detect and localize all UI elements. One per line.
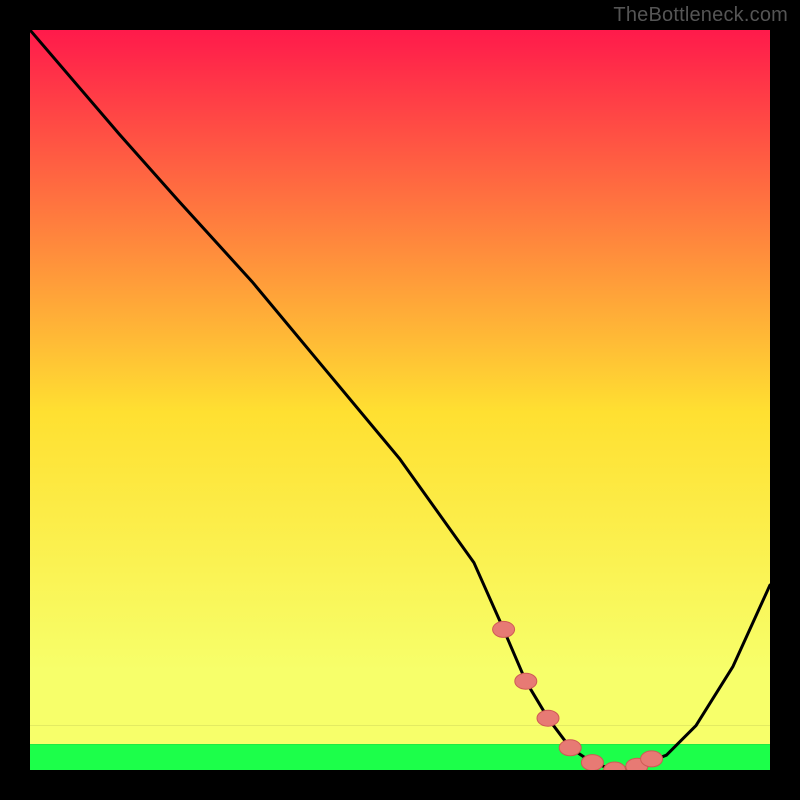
watermark-text: TheBottleneck.com [613, 4, 788, 27]
marker-dot [493, 621, 515, 637]
marker-dot [537, 710, 559, 726]
band-yellowgreen [30, 726, 770, 745]
marker-dot [641, 751, 663, 767]
marker-dot [581, 755, 603, 770]
plot-area [30, 30, 770, 770]
gradient-background [30, 30, 770, 726]
marker-dot [515, 673, 537, 689]
marker-dot [559, 740, 581, 756]
chart-frame: TheBottleneck.com [0, 0, 800, 800]
chart-svg [30, 30, 770, 770]
